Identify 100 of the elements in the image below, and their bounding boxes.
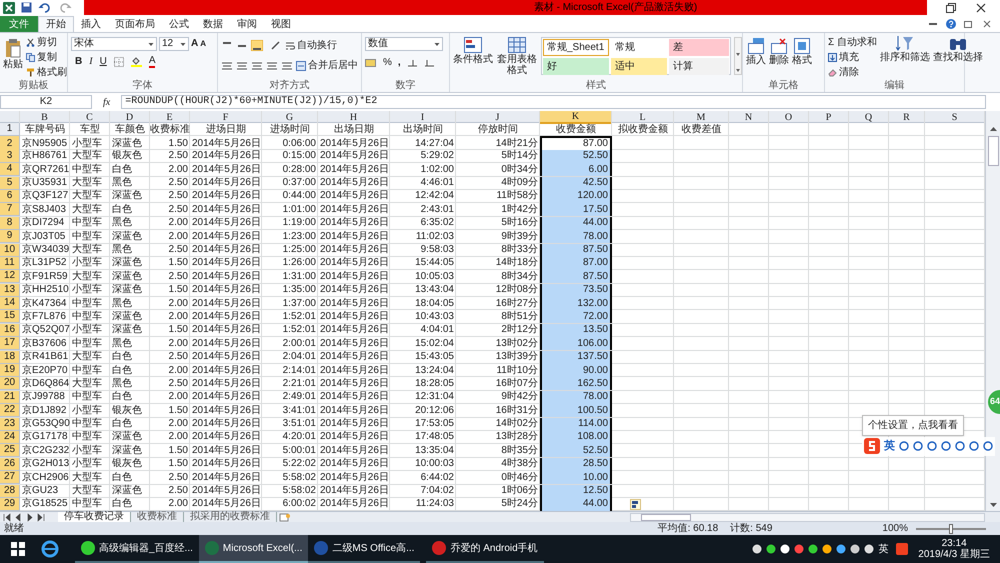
currency-icon[interactable] [365, 58, 377, 68]
zoom-slider-thumb[interactable] [949, 524, 953, 534]
windows-icon[interactable] [11, 542, 25, 556]
taskbar-app[interactable]: 高级编辑器_百度经... [75, 535, 199, 563]
column-header[interactable]: G [262, 111, 318, 124]
row-header[interactable]: 3 [0, 150, 20, 163]
row-header[interactable]: 5 [0, 176, 20, 190]
number-format-field[interactable]: 数值 [365, 37, 443, 51]
percent-button[interactable]: % [383, 55, 392, 70]
new-sheet-icon[interactable] [279, 512, 291, 522]
format-painter-button[interactable]: 格式刷 [37, 65, 67, 80]
table-format-button[interactable]: 套用表格格式 [496, 54, 538, 76]
ribbon-tab[interactable]: 开始 [38, 16, 74, 32]
ime-indicator[interactable]: 英 [878, 542, 888, 556]
close-icon[interactable] [976, 2, 986, 12]
row-header[interactable]: 8 [0, 216, 20, 230]
cell-style-option[interactable]: 适中 [611, 58, 667, 75]
merge-center-button[interactable]: 合并后居中 [308, 58, 358, 73]
column-header[interactable]: M [674, 111, 729, 124]
ime-mode[interactable]: 英 [884, 438, 895, 454]
align-center-icon[interactable] [236, 60, 248, 70]
row-header[interactable]: 24 [0, 430, 20, 444]
orientation-icon[interactable] [270, 40, 282, 51]
row-header[interactable]: 6 [0, 190, 20, 203]
scroll-thumb[interactable] [988, 136, 998, 166]
row-header[interactable]: 28 [0, 484, 20, 498]
italic-button[interactable]: I [89, 54, 93, 69]
font-color-button[interactable]: A [148, 56, 156, 68]
column-header[interactable]: N [729, 111, 769, 124]
taskbar-app[interactable]: 二级MS Office高... [308, 535, 420, 563]
underline-button[interactable]: U [100, 54, 107, 69]
ribbon-tab[interactable]: 公式 [162, 16, 196, 32]
save-icon[interactable] [21, 2, 32, 13]
row-header[interactable]: 4 [0, 163, 20, 176]
sort-filter-button[interactable]: 排序和筛选 [880, 52, 930, 63]
ribbon-tab[interactable]: 数据 [196, 16, 230, 32]
scroll-up-icon[interactable] [988, 125, 998, 134]
row-header[interactable]: 13 [0, 284, 20, 297]
row-header[interactable]: 10 [0, 244, 20, 257]
cut-button[interactable]: 剪切 [37, 35, 57, 50]
file-tab[interactable]: 文件 [0, 16, 38, 32]
browser-icon[interactable] [41, 540, 59, 558]
delete-button[interactable]: 删除 [769, 55, 789, 66]
row-header[interactable]: 7 [0, 203, 20, 216]
gallery-scroll-icon[interactable] [734, 37, 742, 75]
wrap-text-button[interactable]: 自动换行 [297, 38, 337, 53]
align-right-icon[interactable] [251, 60, 263, 70]
row-header[interactable]: 27 [0, 471, 20, 484]
restore-icon[interactable] [946, 2, 956, 12]
column-header[interactable]: I [390, 111, 456, 124]
borders-icon[interactable] [114, 56, 124, 66]
column-header[interactable]: E [150, 111, 190, 124]
insert-button[interactable]: 插入 [746, 55, 766, 66]
column-header[interactable]: O [769, 111, 809, 124]
decrease-decimal-icon[interactable] [424, 58, 435, 68]
function-button[interactable]: fx [95, 94, 118, 110]
comma-button[interactable]: , [398, 55, 401, 70]
window-restore-icon[interactable] [964, 19, 974, 29]
app-icon[interactable] [808, 544, 818, 554]
cell-style-option[interactable]: 好 [543, 58, 609, 75]
cell-style-option[interactable]: 计算 [669, 58, 729, 75]
sogou-icon[interactable] [896, 543, 908, 555]
decrease-indent-icon[interactable] [266, 60, 278, 70]
help-icon[interactable] [946, 19, 956, 29]
formula-field[interactable]: =ROUNDUP((HOUR(J2)*60+MINUTE(J2))/15,0)*E2 [121, 95, 986, 109]
row-header[interactable]: 20 [0, 377, 20, 390]
column-header[interactable]: H [318, 111, 390, 124]
row-header[interactable]: 25 [0, 444, 20, 458]
row-header[interactable]: 18 [0, 350, 20, 364]
sheet-tab[interactable]: 停车收费记录 [58, 512, 131, 522]
ribbon-tab[interactable]: 审阅 [230, 16, 264, 32]
autosum-button[interactable]: 自动求和 [837, 35, 878, 50]
row-header[interactable]: 29 [0, 498, 20, 511]
column-header[interactable]: D [110, 111, 150, 124]
undo-icon[interactable] [38, 2, 50, 13]
fill-button[interactable]: 填充 [839, 50, 859, 65]
format-button[interactable]: 格式 [792, 55, 812, 66]
column-header[interactable]: F [190, 111, 262, 124]
font-name-field[interactable]: 宋体 [71, 36, 157, 50]
conditional-format-button[interactable]: 条件格式 [453, 54, 493, 65]
clock-time[interactable]: 23:14 [942, 538, 967, 549]
grow-font-button[interactable]: A [191, 36, 198, 51]
ribbon-tab[interactable]: 页面布局 [108, 16, 162, 32]
column-header[interactable]: C [70, 111, 110, 124]
copy-button[interactable]: 复制 [37, 50, 57, 65]
bold-button[interactable]: B [75, 54, 82, 69]
taskbar-app[interactable]: 乔爱的 Android手机 [426, 535, 544, 563]
row-header[interactable]: 21 [0, 390, 20, 404]
clear-button[interactable]: 清除 [839, 65, 859, 80]
row-header[interactable]: 17 [0, 337, 20, 350]
taskbar-app[interactable]: Microsoft Excel(... [198, 535, 308, 563]
row-header[interactable]: 22 [0, 404, 20, 418]
column-header[interactable]: Q [849, 111, 889, 124]
font-size-field[interactable]: 12 [159, 36, 189, 50]
horizontal-scrollbar[interactable] [630, 512, 985, 522]
align-bottom-icon[interactable] [251, 40, 263, 51]
ribbon-tab[interactable]: 插入 [74, 16, 108, 32]
column-header[interactable]: R [889, 111, 925, 124]
row-header[interactable]: 9 [0, 230, 20, 244]
row-header[interactable]: 15 [0, 310, 20, 324]
